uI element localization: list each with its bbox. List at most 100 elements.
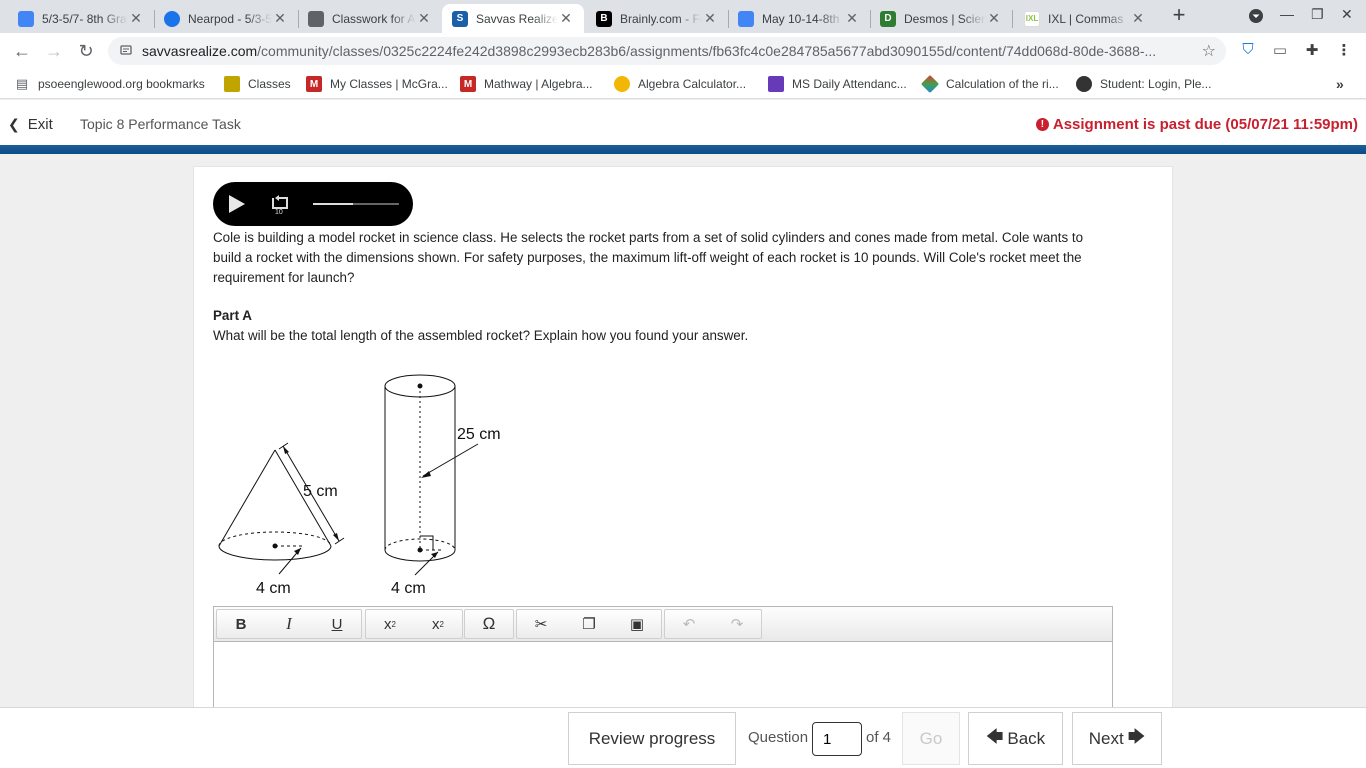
forms-icon bbox=[768, 76, 784, 92]
close-icon[interactable]: ✕ bbox=[702, 10, 718, 27]
reload-icon[interactable]: ↻ bbox=[74, 39, 98, 63]
browser-tab[interactable]: B Brainly.com - For students ✕ bbox=[586, 4, 728, 33]
go-button[interactable]: Go bbox=[902, 712, 960, 765]
superscript-icon[interactable]: x2 bbox=[366, 610, 414, 638]
part-label: Part A bbox=[213, 308, 252, 323]
more-bookmarks-chevron-icon[interactable]: » bbox=[1336, 75, 1344, 93]
back-arrow-icon[interactable]: ← bbox=[10, 39, 34, 63]
tab-title: Desmos | Scientific bbox=[904, 11, 986, 26]
clipboard-group: ✂ ❐ ▣ bbox=[516, 609, 662, 639]
cone-diagram: 5 cm 4 cm bbox=[218, 442, 345, 597]
cylinder-height-label: 25 cm bbox=[457, 426, 501, 443]
back-button[interactable]: 🡄 Back bbox=[968, 712, 1063, 765]
tab-title: Nearpod - 5/3-5/7 bbox=[188, 11, 272, 26]
undo-icon[interactable]: ↶ bbox=[665, 610, 713, 638]
answer-editor: B I U x2 x2 Ω ✂ ❐ ▣ ↶ ↷ bbox=[213, 606, 1113, 716]
svg-text:10: 10 bbox=[275, 209, 283, 215]
page-title: Topic 8 Performance Task bbox=[80, 116, 241, 132]
classes-icon bbox=[224, 76, 240, 92]
close-icon[interactable]: ✕ bbox=[416, 10, 432, 27]
close-window-icon[interactable]: ✕ bbox=[1341, 6, 1353, 23]
editor-toolbar: B I U x2 x2 Ω ✂ ❐ ▣ ↶ ↷ bbox=[214, 607, 1112, 642]
answer-text-area[interactable] bbox=[214, 642, 1112, 712]
review-progress-button[interactable]: Review progress bbox=[568, 712, 736, 765]
restore-icon[interactable]: ❐ bbox=[1311, 6, 1324, 23]
browser-tab-active[interactable]: S Savvas Realize ✕ bbox=[442, 4, 584, 33]
next-label: Next bbox=[1088, 728, 1124, 748]
browser-tab[interactable]: D Desmos | Scientific ✕ bbox=[870, 4, 1012, 33]
browser-tab[interactable]: IXL IXL | Commas ✕ bbox=[1014, 4, 1156, 33]
audio-player: 10 bbox=[213, 182, 413, 226]
cut-scissors-icon[interactable]: ✂ bbox=[517, 610, 565, 638]
audio-progress-track[interactable] bbox=[313, 203, 399, 205]
cone-slant-label: 5 cm bbox=[303, 483, 338, 500]
site-info-icon[interactable] bbox=[120, 44, 132, 56]
alert-circle-icon: ! bbox=[1035, 118, 1049, 131]
bookmark-item[interactable]: Algebra Calculator... bbox=[614, 75, 746, 93]
bookmark-item[interactable]: ▤ psoeenglewood.org bookmarks bbox=[14, 75, 205, 93]
address-bar[interactable]: savvasrealize.com/community/classes/0325… bbox=[108, 37, 1226, 65]
cylinder-diagram: 25 cm 4 cm bbox=[384, 374, 501, 597]
exit-button[interactable]: ❮ Exit bbox=[8, 116, 53, 133]
bookmark-label: psoeenglewood.org bookmarks bbox=[38, 77, 205, 91]
browser-toolbar: ← → ↻ savvasrealize.com/community/classe… bbox=[0, 33, 1366, 69]
bookmark-label: Classes bbox=[248, 77, 291, 91]
close-icon[interactable]: ✕ bbox=[128, 10, 144, 27]
redo-icon[interactable]: ↷ bbox=[713, 610, 761, 638]
underline-icon[interactable]: U bbox=[313, 610, 361, 638]
bold-icon[interactable]: B bbox=[217, 610, 265, 638]
rewind-10-icon[interactable]: 10 bbox=[269, 193, 291, 215]
cylinder-diameter-label: 4 cm bbox=[391, 580, 426, 597]
browser-tab[interactable]: Classwork for Aiden ✕ bbox=[298, 4, 442, 33]
arrow-right-icon: 🡆 bbox=[1127, 727, 1146, 746]
cast-icon[interactable]: ▭ bbox=[1270, 41, 1290, 61]
exit-label: Exit bbox=[27, 116, 53, 133]
subscript-icon[interactable]: x2 bbox=[414, 610, 462, 638]
copy-icon[interactable]: ❐ bbox=[565, 610, 613, 638]
new-tab-plus-icon[interactable]: + bbox=[1168, 4, 1190, 28]
next-button[interactable]: Next 🡆 bbox=[1072, 712, 1162, 765]
menu-kebab-icon[interactable]: ⋮ bbox=[1334, 41, 1354, 61]
browser-tab[interactable]: Nearpod - 5/3-5/7 ✕ bbox=[154, 4, 298, 33]
close-icon[interactable]: ✕ bbox=[986, 10, 1002, 27]
arrow-left-icon: 🡄 bbox=[985, 727, 1004, 746]
bookmark-item[interactable]: Calculation of the ri... bbox=[920, 74, 1059, 94]
bookmark-star-icon[interactable]: ☆ bbox=[1202, 41, 1216, 61]
italic-icon[interactable]: I bbox=[265, 610, 313, 638]
past-due-text: Assignment is past due (05/07/21 11:59pm… bbox=[1052, 116, 1358, 133]
special-character-omega-icon[interactable]: Ω bbox=[465, 610, 513, 638]
question-number-input[interactable] bbox=[812, 722, 862, 756]
close-icon[interactable]: ✕ bbox=[844, 10, 860, 27]
algebra-calculator-icon bbox=[614, 76, 630, 92]
bookmark-item[interactable]: M My Classes | McGra... bbox=[306, 75, 448, 93]
bookmark-item[interactable]: MS Daily Attendanc... bbox=[768, 75, 907, 93]
bookmark-item[interactable]: Classes bbox=[224, 75, 291, 93]
tab-separator bbox=[1012, 10, 1013, 28]
review-progress-label: Review progress bbox=[588, 728, 716, 748]
bookmark-label: Mathway | Algebra... bbox=[484, 77, 593, 91]
history-group: ↶ ↷ bbox=[664, 609, 762, 639]
question-text: Cole is building a model rocket in scien… bbox=[213, 230, 1084, 285]
tab-title: May 10-14-8th Grade bbox=[762, 11, 844, 26]
bookmark-item[interactable]: Student: Login, Ple... bbox=[1076, 75, 1211, 93]
desmos-icon: D bbox=[880, 10, 896, 27]
close-icon[interactable]: ✕ bbox=[558, 10, 574, 27]
extensions-puzzle-icon[interactable]: ✚ bbox=[1302, 41, 1322, 61]
forward-arrow-icon[interactable]: → bbox=[42, 39, 66, 63]
brand-bar bbox=[0, 145, 1366, 154]
bookmark-item[interactable]: M Mathway | Algebra... bbox=[460, 75, 593, 93]
bookmarks-bar: ▤ psoeenglewood.org bookmarks Classes M … bbox=[0, 69, 1366, 99]
rocket-parts-figure: 5 cm 4 cm 25 cm 4 cm bbox=[218, 374, 501, 597]
paste-icon[interactable]: ▣ bbox=[613, 610, 661, 638]
tab-search-icon[interactable] bbox=[1248, 8, 1264, 27]
minimize-icon[interactable]: — bbox=[1280, 6, 1294, 22]
browser-tab[interactable]: 5/3-5/7- 8th Grade ✕ bbox=[8, 4, 154, 33]
browser-tab[interactable]: May 10-14-8th Grade ✕ bbox=[728, 4, 870, 33]
close-icon[interactable]: ✕ bbox=[272, 10, 288, 27]
go-label: Go bbox=[919, 728, 943, 748]
close-icon[interactable]: ✕ bbox=[1130, 10, 1146, 27]
docs-icon bbox=[738, 10, 754, 27]
play-icon[interactable] bbox=[229, 195, 245, 213]
script-group: x2 x2 bbox=[365, 609, 463, 639]
extension-shield-icon[interactable]: ⛉ bbox=[1238, 41, 1258, 61]
